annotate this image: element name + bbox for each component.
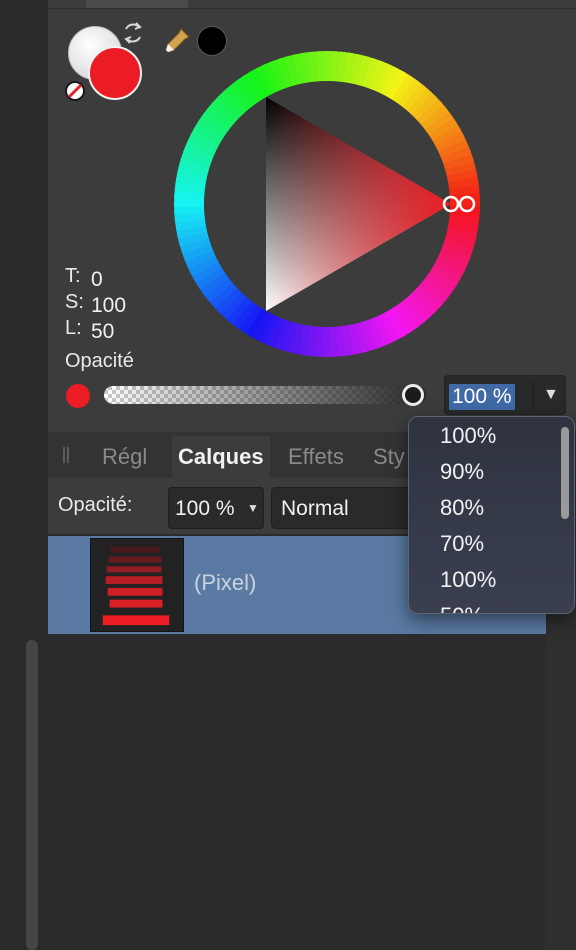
blend-mode-select[interactable]: Normal [271, 487, 421, 529]
layer-name: (Pixel) [194, 570, 257, 595]
tab-styles[interactable]: Sty [367, 436, 411, 478]
layers-list-area [48, 634, 546, 950]
dropdown-option[interactable]: 50% [440, 603, 484, 613]
hue-label: T: [65, 265, 81, 287]
layer-opacity-value: 100 % [175, 497, 235, 520]
foreground-color-swatch[interactable] [88, 46, 142, 100]
layer-opacity-label: Opacité: [58, 494, 133, 516]
dropdown-option[interactable]: 100% [440, 567, 496, 593]
opacity-slider[interactable] [104, 386, 426, 404]
tab-regl[interactable]: Régl [96, 436, 153, 478]
divider [48, 8, 576, 9]
left-scrollbar[interactable] [26, 640, 38, 950]
opacity-color-dot [66, 384, 90, 408]
layer-opacity-select[interactable]: 100 % ▼ [168, 487, 264, 529]
chevron-down-icon: ▼ [247, 501, 259, 515]
opacity-label: Opacité [65, 350, 134, 372]
blend-mode-value: Normal [281, 497, 349, 520]
lightness-value: 50 [91, 320, 115, 343]
dropdown-option[interactable]: 90% [440, 459, 484, 485]
lightness-label: L: [65, 317, 82, 339]
opacity-input[interactable]: 100 % [449, 384, 515, 410]
saturation-label: S: [65, 291, 84, 313]
tab-effets[interactable]: Effets [282, 436, 350, 478]
opacity-slider-thumb[interactable] [402, 384, 424, 406]
dropdown-option[interactable]: 80% [440, 495, 484, 521]
swap-colors-icon[interactable] [120, 20, 146, 46]
layer-thumbnail[interactable] [90, 538, 184, 632]
tab-calques[interactable]: Calques [172, 436, 270, 478]
color-panel-tab[interactable] [86, 0, 188, 8]
opacity-dropdown-menu: 100% 90% 80% 70% 100% 50% [408, 416, 575, 614]
dropdown-arrow-icon[interactable]: ▼ [543, 386, 559, 404]
combo-divider [533, 380, 534, 410]
dropdown-option[interactable]: 100% [440, 423, 496, 449]
dropdown-option[interactable]: 70% [440, 531, 484, 557]
hue-ring-segment[interactable] [449, 192, 480, 208]
dropdown-scrollbar[interactable] [561, 427, 569, 519]
saturation-value: 100 [91, 294, 127, 317]
left-rail [0, 0, 48, 950]
opacity-combo[interactable]: 100 % ▼ [444, 375, 566, 415]
color-wheel[interactable] [172, 49, 482, 359]
panel-grip-icon[interactable] [62, 447, 70, 463]
hue-value: 0 [91, 268, 103, 291]
no-color-icon[interactable] [64, 80, 86, 102]
